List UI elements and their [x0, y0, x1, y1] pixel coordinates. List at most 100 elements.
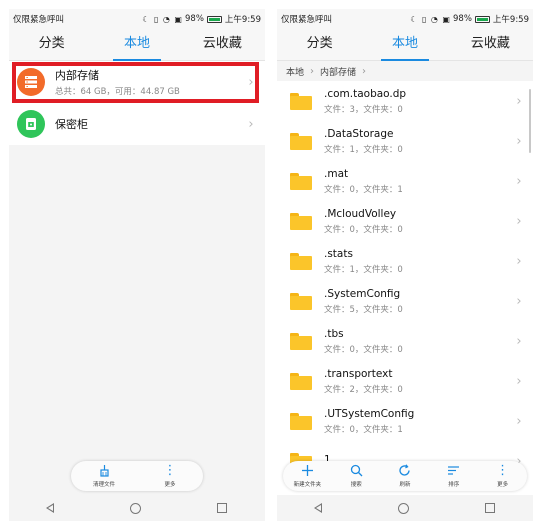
status-icons: ☾ ▯ ◔ ▣: [142, 14, 183, 24]
scrollbar[interactable]: [529, 89, 531, 153]
plus-icon: [301, 464, 314, 478]
back-icon[interactable]: [45, 503, 55, 513]
chevron-right-icon: ›: [516, 253, 522, 269]
file-meta: 文件：3，文件夹：0: [324, 104, 403, 115]
clean-icon: [98, 464, 111, 478]
folder-icon: [290, 292, 312, 310]
chevron-right-icon: ›: [516, 133, 522, 149]
more-icon: ⋮: [163, 463, 177, 478]
bottom-toolbar: 清理文件 ⋮ 更多: [71, 461, 203, 491]
toolbar-label: 新建文件夹: [293, 482, 322, 488]
file-name: .tbs: [324, 327, 344, 340]
chevron-right-icon: ›: [516, 173, 522, 189]
chevron-right-icon: ›: [516, 413, 522, 429]
home-icon[interactable]: [398, 502, 410, 514]
clock: 上午9:59: [492, 15, 529, 25]
storage-item-internal[interactable]: 内部存储 总共：64 GB，可用：44.87 GB ›: [9, 61, 265, 103]
file-row[interactable]: .SystemConfig 文件：5，文件夹：0 ›: [277, 281, 533, 321]
breadcrumb-local[interactable]: 本地: [286, 65, 304, 78]
status-bar: 仅限紧急呼叫 ☾ ▯ ◔ ▣ 98% 上午9:59: [9, 9, 265, 29]
right-screen: 仅限紧急呼叫 ☾ ▯ ◔ ▣ 98% 上午9:59 分类 本地 云收藏 本地 ›…: [277, 9, 533, 521]
search-button[interactable]: 搜索: [332, 461, 381, 491]
tab-local[interactable]: 本地: [94, 29, 179, 61]
folder-icon: [290, 412, 312, 430]
storage-name: 保密柜: [55, 118, 88, 131]
tab-local[interactable]: 本地: [362, 29, 447, 61]
battery-percent: 98%: [453, 14, 472, 24]
breadcrumb-internal-storage[interactable]: 内部存储: [320, 65, 356, 78]
file-row[interactable]: .DataStorage 文件：1，文件夹：0 ›: [277, 121, 533, 161]
sort-button[interactable]: 排序: [429, 461, 478, 491]
folder-icon: [290, 132, 312, 150]
file-name: .stats: [324, 247, 353, 260]
refresh-button[interactable]: 刷新: [381, 461, 430, 491]
file-row[interactable]: .transportext 文件：2，文件夹：0 ›: [277, 361, 533, 401]
status-bar: 仅限紧急呼叫 ☾ ▯ ◔ ▣ 98% 上午9:59: [277, 9, 533, 29]
plus-button[interactable]: 新建文件夹: [283, 461, 332, 491]
storage-icon: [17, 68, 45, 96]
folder-icon: [290, 212, 312, 230]
bottom-toolbar: 新建文件夹 搜索 刷新 排序 ⋮ 更多: [283, 461, 527, 491]
file-meta: 文件：5，文件夹：0: [324, 304, 403, 315]
breadcrumb-separator-icon: ›: [310, 65, 315, 77]
clean-files-button[interactable]: 清理文件: [71, 461, 137, 491]
search-icon: [350, 464, 363, 478]
file-row[interactable]: .com.taobao.dp 文件：3，文件夹：0 ›: [277, 81, 533, 121]
file-row[interactable]: .mat 文件：0，文件夹：1 ›: [277, 161, 533, 201]
file-row[interactable]: .McloudVolley 文件：0，文件夹：0 ›: [277, 201, 533, 241]
carrier-text: 仅限紧急呼叫: [13, 15, 65, 25]
file-meta: 文件：0，文件夹：0: [324, 344, 403, 355]
chevron-right-icon: ›: [516, 373, 522, 389]
storage-list: 内部存储 总共：64 GB，可用：44.87 GB › 保密柜 ›: [9, 61, 265, 145]
tab-bar: 分类 本地 云收藏: [9, 29, 265, 61]
back-icon[interactable]: [313, 503, 323, 513]
home-icon[interactable]: [130, 502, 142, 514]
folder-icon: [290, 92, 312, 110]
chevron-right-icon: ›: [516, 333, 522, 349]
breadcrumb-separator-icon: ›: [362, 65, 367, 77]
storage-item-safe[interactable]: 保密柜 ›: [9, 103, 265, 145]
file-meta: 文件：1，文件夹：0: [324, 264, 403, 275]
storage-detail: 总共：64 GB，可用：44.87 GB: [55, 87, 180, 97]
more-label: 更多: [164, 482, 176, 488]
file-meta: 文件：0，文件夹：1: [324, 184, 403, 195]
folder-icon: [290, 372, 312, 390]
tab-category[interactable]: 分类: [9, 29, 94, 60]
left-screen: 仅限紧急呼叫 ☾ ▯ ◔ ▣ 98% 上午9:59 分类 本地 云收藏 内部存储…: [9, 9, 265, 521]
tab-category[interactable]: 分类: [277, 29, 362, 60]
file-meta: 文件：0，文件夹：0: [324, 224, 403, 235]
battery-icon: [206, 15, 222, 23]
folder-icon: [290, 252, 312, 270]
file-meta: 文件：1，文件夹：0: [324, 144, 403, 155]
nav-bar: [277, 495, 533, 521]
file-row[interactable]: .tbs 文件：0，文件夹：0 ›: [277, 321, 533, 361]
nav-bar: [9, 495, 265, 521]
more-icon: ⋮: [496, 463, 510, 478]
file-name: .UTSystemConfig: [324, 407, 415, 420]
clock: 上午9:59: [224, 15, 261, 25]
chevron-right-icon: ›: [516, 213, 522, 229]
tab-bar: 分类 本地 云收藏: [277, 29, 533, 61]
file-row[interactable]: .UTSystemConfig 文件：0，文件夹：1 ›: [277, 401, 533, 441]
file-name: .com.taobao.dp: [324, 87, 407, 100]
more-button[interactable]: ⋮ 更多: [137, 461, 203, 491]
file-name: .McloudVolley: [324, 207, 397, 220]
clean-files-label: 清理文件: [92, 482, 115, 488]
file-name: .mat: [324, 167, 349, 180]
tab-cloud[interactable]: 云收藏: [180, 29, 265, 60]
recents-icon[interactable]: [217, 503, 228, 513]
more-button[interactable]: ⋮ 更多: [478, 461, 527, 491]
file-name: .DataStorage: [324, 127, 394, 140]
file-name: .SystemConfig: [324, 287, 401, 300]
recents-icon[interactable]: [485, 503, 496, 513]
storage-name: 内部存储: [55, 69, 99, 82]
file-meta: 文件：2，文件夹：0: [324, 384, 403, 395]
tab-cloud[interactable]: 云收藏: [448, 29, 533, 60]
chevron-right-icon: ›: [516, 293, 522, 309]
chevron-right-icon: ›: [516, 93, 522, 109]
file-name: .transportext: [324, 367, 393, 380]
status-icons: ☾ ▯ ◔ ▣: [410, 14, 451, 24]
file-row[interactable]: .stats 文件：1，文件夹：0 ›: [277, 241, 533, 281]
file-meta: 文件：0，文件夹：1: [324, 424, 403, 435]
toolbar-label: 刷新: [399, 482, 411, 488]
